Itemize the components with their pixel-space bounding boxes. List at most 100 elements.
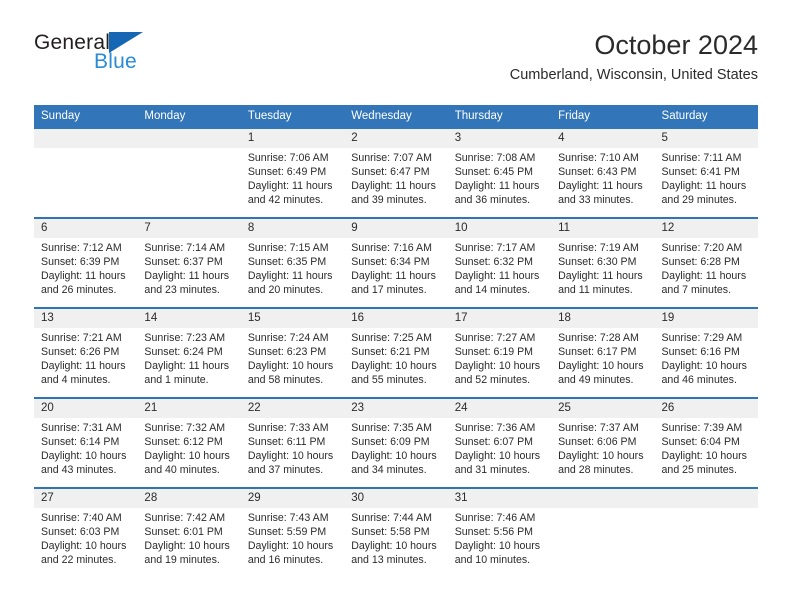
weekday-header-sunday: Sunday [34,105,138,129]
calendar-day-cell[interactable]: 13 Sunrise: 7:21 AM Sunset: 6:26 PM Dayligh… [34,306,138,398]
day-cell-inner: 14 Sunrise: 7:23 AM Sunset: 6:24 PM Dayligh… [137,308,241,397]
day-number: 6 [34,218,138,238]
day-detail-line: and 19 minutes. [144,554,220,567]
day-cell-inner: 2 Sunrise: 7:07 AM Sunset: 6:47 PM Daylight… [344,128,448,217]
day-details: Sunrise: 7:35 AM Sunset: 6:09 PM Daylight:… [344,418,447,477]
calendar-day-cell[interactable]: 7 Sunrise: 7:14 AM Sunset: 6:37 PM Daylight… [137,216,241,308]
day-detail-line: and 31 minutes. [454,464,531,477]
day-detail-line: and 1 minute. [144,374,209,387]
calendar-day-cell[interactable]: 16 Sunrise: 7:25 AM Sunset: 6:21 PM Dayligh… [344,306,448,398]
day-cell-inner: 3 Sunrise: 7:08 AM Sunset: 6:45 PM Daylight… [447,128,552,217]
day-detail-line: and 55 minutes. [351,374,427,387]
calendar-day-cell[interactable]: 17 Sunrise: 7:27 AM Sunset: 6:19 PM Dayligh… [447,306,552,398]
day-detail-line: and 52 minutes. [454,374,531,387]
day-number [34,128,138,148]
day-cell-inner: 19 Sunrise: 7:29 AM Sunset: 6:16 PM Dayligh… [654,308,758,397]
calendar-day-cell[interactable]: 10 Sunrise: 7:17 AM Sunset: 6:32 PM Dayligh… [447,216,552,308]
title-block: October 2024 Cumberland, Wisconsin, Unit… [510,30,758,84]
calendar-day-cell[interactable]: 14 Sunrise: 7:23 AM Sunset: 6:24 PM Dayligh… [137,306,241,398]
calendar-day-cell[interactable]: 28 Sunrise: 7:42 AM Sunset: 6:01 PM Dayligh… [137,486,241,577]
calendar-day-cell[interactable]: 23 Sunrise: 7:35 AM Sunset: 6:09 PM Dayligh… [344,396,448,488]
day-details [655,508,758,511]
day-detail-line: Sunrise: 7:10 AM [558,151,639,164]
calendar-day-cell[interactable]: 29 Sunrise: 7:43 AM Sunset: 5:59 PM Dayligh… [240,486,345,577]
calendar-day-cell[interactable]: 19 Sunrise: 7:29 AM Sunset: 6:16 PM Dayligh… [654,306,758,398]
calendar-day-cell[interactable]: 2 Sunrise: 7:07 AM Sunset: 6:47 PM Daylight… [344,128,448,218]
calendar-week-row: 13 Sunrise: 7:21 AM Sunset: 6:26 PM Dayligh… [34,306,758,398]
day-details: Sunrise: 7:25 AM Sunset: 6:21 PM Daylight:… [344,328,447,387]
day-detail-line: Sunrise: 7:36 AM [454,421,536,434]
day-detail-line: Sunset: 6:03 PM [41,525,120,538]
day-detail-line: Sunrise: 7:33 AM [247,421,329,434]
calendar-day-cell[interactable]: 25 Sunrise: 7:37 AM Sunset: 6:06 PM Dayligh… [551,396,655,488]
day-detail-line: and 43 minutes. [41,464,117,477]
day-detail-line: Daylight: 10 hours [351,449,437,462]
day-detail-line: Sunrise: 7:42 AM [144,511,226,524]
day-cell-inner: 20 Sunrise: 7:31 AM Sunset: 6:14 PM Dayligh… [34,398,138,487]
day-detail-line: Sunrise: 7:44 AM [351,511,432,524]
day-cell-inner: 30 Sunrise: 7:44 AM Sunset: 5:58 PM Dayligh… [344,488,448,577]
day-detail-line: Sunset: 6:14 PM [41,435,120,448]
day-cell-inner: 23 Sunrise: 7:35 AM Sunset: 6:09 PM Dayligh… [344,398,448,487]
day-detail-line: Sunset: 6:37 PM [144,255,223,268]
day-cell-inner: 24 Sunrise: 7:36 AM Sunset: 6:07 PM Dayligh… [447,398,552,487]
day-detail-line: Sunrise: 7:28 AM [558,331,639,344]
day-details: Sunrise: 7:39 AM Sunset: 6:04 PM Daylight:… [655,418,758,477]
weekday-header-row: Sunday Monday Tuesday Wednesday Thursday Frid… [34,105,758,129]
day-cell-inner: 8 Sunrise: 7:15 AM Sunset: 6:35 PM Daylight… [240,218,345,307]
calendar-day-cell[interactable]: 30 Sunrise: 7:44 AM Sunset: 5:58 PM Dayligh… [344,486,448,577]
calendar-day-cell[interactable]: 4 Sunrise: 7:10 AM Sunset: 6:43 PM Daylight… [551,128,655,218]
day-details: Sunrise: 7:08 AM Sunset: 6:45 PM Daylight:… [448,148,551,207]
day-detail-line: Daylight: 11 hours [558,269,643,282]
calendar-day-cell[interactable]: 1 Sunrise: 7:06 AM Sunset: 6:49 PM Daylight… [240,128,345,218]
calendar-day-cell[interactable]: 5 Sunrise: 7:11 AM Sunset: 6:41 PM Daylight… [654,128,758,218]
day-cell-inner: 12 Sunrise: 7:20 AM Sunset: 6:28 PM Dayligh… [654,218,758,307]
day-cell-inner: 22 Sunrise: 7:33 AM Sunset: 6:11 PM Dayligh… [240,398,345,487]
weekday-header-monday: Monday [137,105,241,129]
calendar-empty-cell [137,128,241,218]
day-number: 13 [34,308,138,328]
calendar-day-cell[interactable]: 9 Sunrise: 7:16 AM Sunset: 6:34 PM Daylight… [344,216,448,308]
day-detail-line: Daylight: 10 hours [661,449,747,462]
weekday-header-wednesday: Wednesday [344,105,448,129]
day-detail-line: and 22 minutes. [41,554,117,567]
calendar-day-cell[interactable]: 11 Sunrise: 7:19 AM Sunset: 6:30 PM Dayligh… [551,216,655,308]
calendar-day-cell[interactable]: 20 Sunrise: 7:31 AM Sunset: 6:14 PM Dayligh… [34,396,138,488]
general-blue-logo[interactable]: General Blue [34,32,234,86]
day-detail-line: Sunrise: 7:35 AM [351,421,432,434]
day-details [551,508,654,511]
calendar-day-cell[interactable]: 21 Sunrise: 7:32 AM Sunset: 6:12 PM Dayligh… [137,396,241,488]
day-number: 27 [34,488,138,508]
calendar-day-cell[interactable]: 3 Sunrise: 7:08 AM Sunset: 6:45 PM Daylight… [447,128,552,218]
day-number: 8 [240,218,345,238]
day-detail-line: and 7 minutes. [661,284,732,297]
day-number: 15 [240,308,345,328]
day-detail-line: Sunrise: 7:17 AM [454,241,536,254]
calendar-day-cell[interactable]: 6 Sunrise: 7:12 AM Sunset: 6:39 PM Daylight… [34,216,138,308]
day-detail-line: Sunset: 6:39 PM [41,255,120,268]
day-cell-inner: 9 Sunrise: 7:16 AM Sunset: 6:34 PM Daylight… [344,218,448,307]
day-detail-line: Daylight: 10 hours [41,449,127,462]
day-detail-line: Sunset: 6:49 PM [247,165,327,178]
calendar-day-cell[interactable]: 15 Sunrise: 7:24 AM Sunset: 6:23 PM Dayligh… [240,306,345,398]
day-details: Sunrise: 7:06 AM Sunset: 6:49 PM Daylight:… [241,148,344,207]
calendar-day-cell[interactable]: 12 Sunrise: 7:20 AM Sunset: 6:28 PM Dayligh… [654,216,758,308]
calendar-day-cell[interactable]: 31 Sunrise: 7:46 AM Sunset: 5:56 PM Dayligh… [447,486,552,577]
day-cell-inner: 4 Sunrise: 7:10 AM Sunset: 6:43 PM Daylight… [551,128,655,217]
day-detail-line: Sunset: 6:28 PM [661,255,740,268]
day-number: 23 [344,398,448,418]
calendar-empty-cell [551,486,655,577]
calendar-week-row: 6 Sunrise: 7:12 AM Sunset: 6:39 PM Daylight… [34,216,758,308]
calendar-day-cell[interactable]: 26 Sunrise: 7:39 AM Sunset: 6:04 PM Dayligh… [654,396,758,488]
day-details [137,148,240,151]
day-number: 4 [551,128,655,148]
day-details: Sunrise: 7:16 AM Sunset: 6:34 PM Daylight:… [344,238,447,297]
calendar-day-cell[interactable]: 27 Sunrise: 7:40 AM Sunset: 6:03 PM Dayligh… [34,486,138,577]
calendar-day-cell[interactable]: 8 Sunrise: 7:15 AM Sunset: 6:35 PM Daylight… [240,216,345,308]
calendar-day-cell[interactable]: 18 Sunrise: 7:28 AM Sunset: 6:17 PM Dayligh… [551,306,655,398]
day-cell-inner: 26 Sunrise: 7:39 AM Sunset: 6:04 PM Dayligh… [654,398,758,487]
day-detail-line: Sunrise: 7:40 AM [41,511,122,524]
calendar-day-cell[interactable]: 24 Sunrise: 7:36 AM Sunset: 6:07 PM Dayligh… [447,396,552,488]
weekday-header-tuesday: Tuesday [240,105,345,129]
calendar-day-cell[interactable]: 22 Sunrise: 7:33 AM Sunset: 6:11 PM Dayligh… [240,396,345,488]
